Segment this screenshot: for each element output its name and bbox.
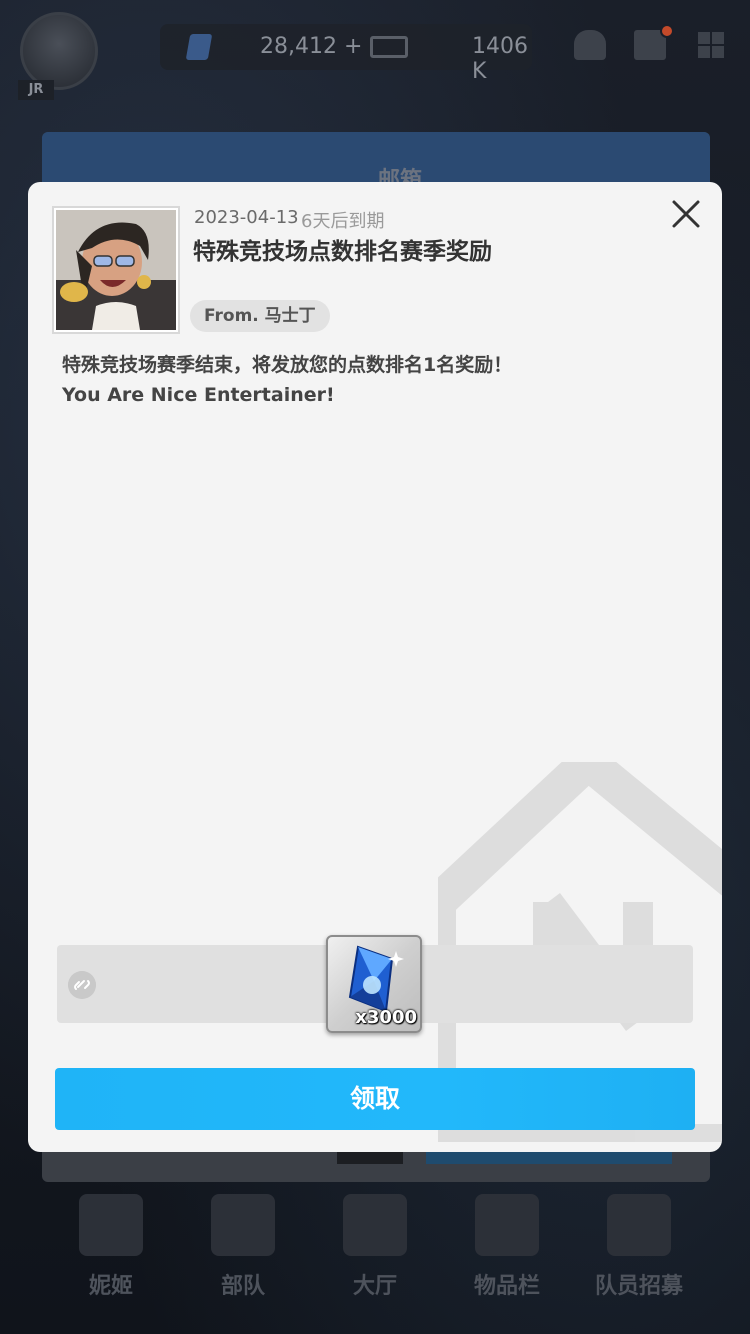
mail-title: 特殊竞技场点数排名赛季奖励 (193, 239, 492, 265)
menu-grid-icon[interactable] (696, 30, 728, 60)
mailbox-footer-button (337, 1150, 403, 1164)
mail-body-line: You Are Nice Entertainer! (62, 384, 335, 406)
nav-item-recruit[interactable]: 队员招募 (574, 1180, 704, 1334)
player-avatar[interactable] (20, 12, 98, 90)
sender-avatar-image (56, 210, 176, 330)
reward-item[interactable]: x3000 (326, 935, 422, 1033)
squad-icon (211, 1194, 275, 1256)
notification-dot (660, 24, 674, 38)
bell-icon[interactable] (574, 30, 606, 60)
mail-body: 特殊竞技场赛季结束，将发放您的点数排名1名奖励！ You Are Nice En… (62, 350, 682, 410)
nav-item-nikke[interactable]: 妮姬 (46, 1180, 176, 1334)
nikke-icon (79, 1194, 143, 1256)
inventory-icon (475, 1194, 539, 1256)
mail-detail-popup: 2023-04-13 6天后到期 特殊竞技场点数排名赛季奖励 From. 马士丁… (28, 182, 722, 1152)
bottom-nav: 妮姬 部队 大厅 物品栏 队员招募 (0, 1180, 750, 1334)
mail-expire-text: 6天后到期 (301, 211, 385, 232)
nav-item-lobby[interactable]: 大厅 (310, 1180, 440, 1334)
recruit-icon (607, 1194, 671, 1256)
claim-button[interactable]: 领取 (55, 1068, 695, 1130)
credit-icon (370, 36, 408, 58)
gem-icon (185, 34, 213, 60)
player-tag: JR (18, 80, 54, 100)
nav-item-inventory[interactable]: 物品栏 (442, 1180, 572, 1334)
currency-bar: 28,412 + 1406 K (160, 24, 532, 84)
mail-sender: From. 马士丁 (190, 300, 330, 332)
mail-body-line: 特殊竞技场赛季结束，将发放您的点数排名1名奖励！ (62, 354, 513, 376)
reward-quantity: x3000 (355, 1007, 417, 1028)
credit-count: 1406 K (472, 34, 528, 84)
gem-count: 28,412 (260, 34, 337, 59)
add-gems-button[interactable]: + (344, 34, 362, 59)
top-bar: JR 28,412 + 1406 K (0, 0, 750, 100)
lobby-icon (343, 1194, 407, 1256)
close-icon[interactable] (666, 194, 706, 234)
mailbox-footer-button-primary (426, 1150, 672, 1164)
nav-item-squad[interactable]: 部队 (178, 1180, 308, 1334)
sender-portrait (52, 206, 180, 334)
link-icon (68, 971, 96, 999)
mail-date: 2023-04-13 (194, 207, 299, 228)
